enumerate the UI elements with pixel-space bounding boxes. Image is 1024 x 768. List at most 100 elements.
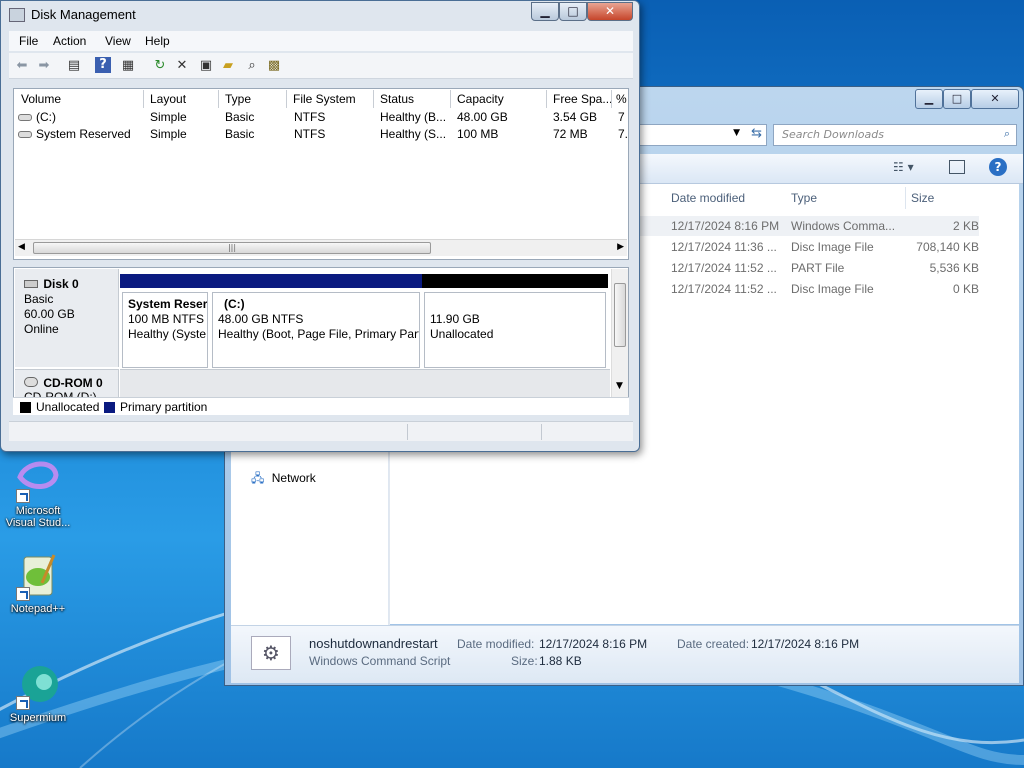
partition-size: 48.00 GB NTFS (218, 312, 304, 326)
cell-file-system: NTFS (294, 110, 326, 124)
details-file-type: Windows Command Script (309, 654, 451, 668)
disk-kind: Basic (24, 292, 54, 306)
search-icon[interactable]: ⌕ (1004, 127, 1010, 141)
shortcut-arrow-icon (16, 696, 30, 710)
refresh-icon[interactable]: ⇆ (751, 126, 762, 141)
settings-icon[interactable]: ▩ (265, 57, 283, 75)
volume-row[interactable]: System Reserved Simple Basic NTFS Health… (14, 126, 628, 143)
desktop-icon-visual-studio[interactable]: Microsoft Visual Stud... (0, 455, 76, 529)
close-button[interactable]: ✕ (587, 2, 633, 21)
cell-status: Healthy (B... (380, 110, 447, 124)
disk-management-window[interactable]: Disk Management ▁ □ ✕ File Action View H… (0, 0, 640, 452)
cell-type: Basic (225, 110, 255, 124)
column-status[interactable]: Status (374, 90, 451, 108)
horizontal-scrollbar[interactable]: ◀ ||| ▶ (15, 239, 627, 256)
column-type[interactable]: Type (791, 191, 817, 205)
explorer-maximize-button[interactable]: □ (943, 89, 971, 109)
shortcut-arrow-icon (16, 489, 30, 503)
partition-title: (C:) (224, 297, 245, 311)
partition-box: (C:) 48.00 GB NTFS Healthy (Boot, Page F… (212, 292, 420, 368)
scroll-thumb[interactable] (614, 283, 626, 347)
cell-free-space: 72 MB (553, 127, 588, 141)
disk-management-app-icon (9, 8, 25, 22)
refresh-icon[interactable]: ↻ (151, 57, 169, 75)
column-volume[interactable]: Volume (15, 90, 144, 108)
cell-file-system: NTFS (294, 127, 326, 141)
address-bar[interactable]: ▼ ⇆ (637, 124, 767, 146)
address-dropdown-icon[interactable]: ▼ (733, 128, 740, 138)
legend-swatch-unallocated (20, 402, 31, 413)
scroll-left-icon[interactable]: ◀ (18, 242, 25, 252)
maximize-button[interactable]: □ (559, 2, 587, 21)
forward-icon[interactable]: ➡ (35, 57, 53, 75)
delete-icon[interactable]: ✕ (173, 57, 191, 75)
column-date-modified[interactable]: Date modified (671, 191, 745, 205)
console-tree-icon[interactable]: ▤ (65, 57, 83, 75)
content-divider (389, 447, 390, 625)
search-input[interactable]: Search Downloads ⌕ (773, 124, 1017, 146)
explorer-close-button[interactable]: ✕ (971, 89, 1019, 109)
cell-volume: System Reserved (36, 127, 131, 141)
notepadpp-icon (14, 553, 62, 601)
cell-free-space: 3.54 GB (553, 110, 598, 124)
menu-help[interactable]: Help (145, 34, 170, 48)
status-divider (407, 424, 408, 440)
column-file-system[interactable]: File System (287, 90, 374, 108)
properties-icon[interactable]: ▦ (119, 57, 137, 75)
properties-sheet-icon[interactable]: ▣ (197, 57, 215, 75)
desktop-icon-notepadpp[interactable]: Notepad++ (0, 553, 76, 615)
status-divider (541, 424, 542, 440)
menu-file[interactable]: File (19, 34, 38, 48)
partition-title: System Reser (128, 297, 208, 311)
disk-0-label[interactable]: Disk 0 Basic 60.00 GB Online (15, 269, 119, 367)
file-row-type: Windows Comma... (791, 219, 896, 233)
menu-action[interactable]: Action (53, 34, 86, 48)
scroll-thumb[interactable]: ||| (33, 242, 431, 254)
views-icon[interactable]: ☷ ▾ (893, 160, 914, 174)
disk-name: Disk 0 (43, 277, 79, 291)
partition-unallocated[interactable]: 11.90 GB Unallocated (422, 274, 608, 368)
details-size-label: Size: (511, 654, 538, 668)
column-layout[interactable]: Layout (144, 90, 219, 108)
search-icon[interactable]: ⌕ (243, 57, 261, 75)
menu-bar: File Action View Help (9, 31, 633, 51)
partition-size: 11.90 GB (430, 312, 480, 326)
volume-row[interactable]: (C:) Simple Basic NTFS Healthy (B... 48.… (14, 109, 628, 126)
desktop-icon-label: Microsoft Visual Stud... (5, 505, 71, 529)
scroll-right-icon[interactable]: ▶ (617, 242, 624, 252)
column-free-space[interactable]: Free Spa... (547, 90, 612, 108)
preview-pane-icon[interactable] (949, 160, 965, 174)
file-row-date: 12/17/2024 11:36 ... (671, 240, 777, 254)
legend-swatch-primary (104, 402, 115, 413)
scroll-down-icon[interactable]: ▼ (616, 381, 623, 391)
open-folder-icon[interactable]: ▰ (219, 57, 237, 75)
partition-c[interactable]: (C:) 48.00 GB NTFS Healthy (Boot, Page F… (210, 274, 422, 368)
column-percent-free[interactable]: % (612, 90, 628, 108)
disk-graphical-view: Disk 0 Basic 60.00 GB Online System Rese… (13, 267, 629, 415)
vertical-scrollbar[interactable]: ▼ (611, 269, 628, 397)
explorer-minimize-button[interactable]: ▁ (915, 89, 943, 109)
menu-view[interactable]: View (105, 34, 131, 48)
column-capacity[interactable]: Capacity (451, 90, 547, 108)
navigation-pane: 🖧 Network (231, 447, 389, 627)
help-icon[interactable]: ? (95, 57, 111, 73)
details-size-value: 1.88 KB (539, 654, 582, 668)
cdrom-icon (24, 377, 38, 387)
help-icon[interactable]: ? (989, 158, 1007, 176)
back-icon[interactable]: ⬅ (13, 57, 31, 75)
column-type[interactable]: Type (219, 90, 287, 108)
minimize-button[interactable]: ▁ (531, 2, 559, 21)
cdrom-0-label[interactable]: CD-ROM 0 CD-ROM (D:) (15, 369, 119, 399)
partition-status: Healthy (Syste (128, 327, 207, 341)
partition-system-reserved[interactable]: System Reser 100 MB NTFS Healthy (Syste (120, 274, 210, 368)
column-size[interactable]: Size (911, 191, 934, 205)
search-placeholder: Search Downloads (782, 128, 884, 141)
nav-item-network[interactable]: 🖧 Network (251, 469, 316, 490)
file-row-date: 12/17/2024 8:16 PM (671, 219, 780, 233)
drive-icon (18, 131, 32, 138)
desktop-icon-supermium[interactable]: Supermium (0, 662, 76, 724)
file-row-size: 0 KB (952, 282, 979, 296)
supermium-icon (14, 662, 62, 710)
cell-percent-free: 7 (618, 110, 625, 124)
disk-icon (24, 280, 38, 288)
